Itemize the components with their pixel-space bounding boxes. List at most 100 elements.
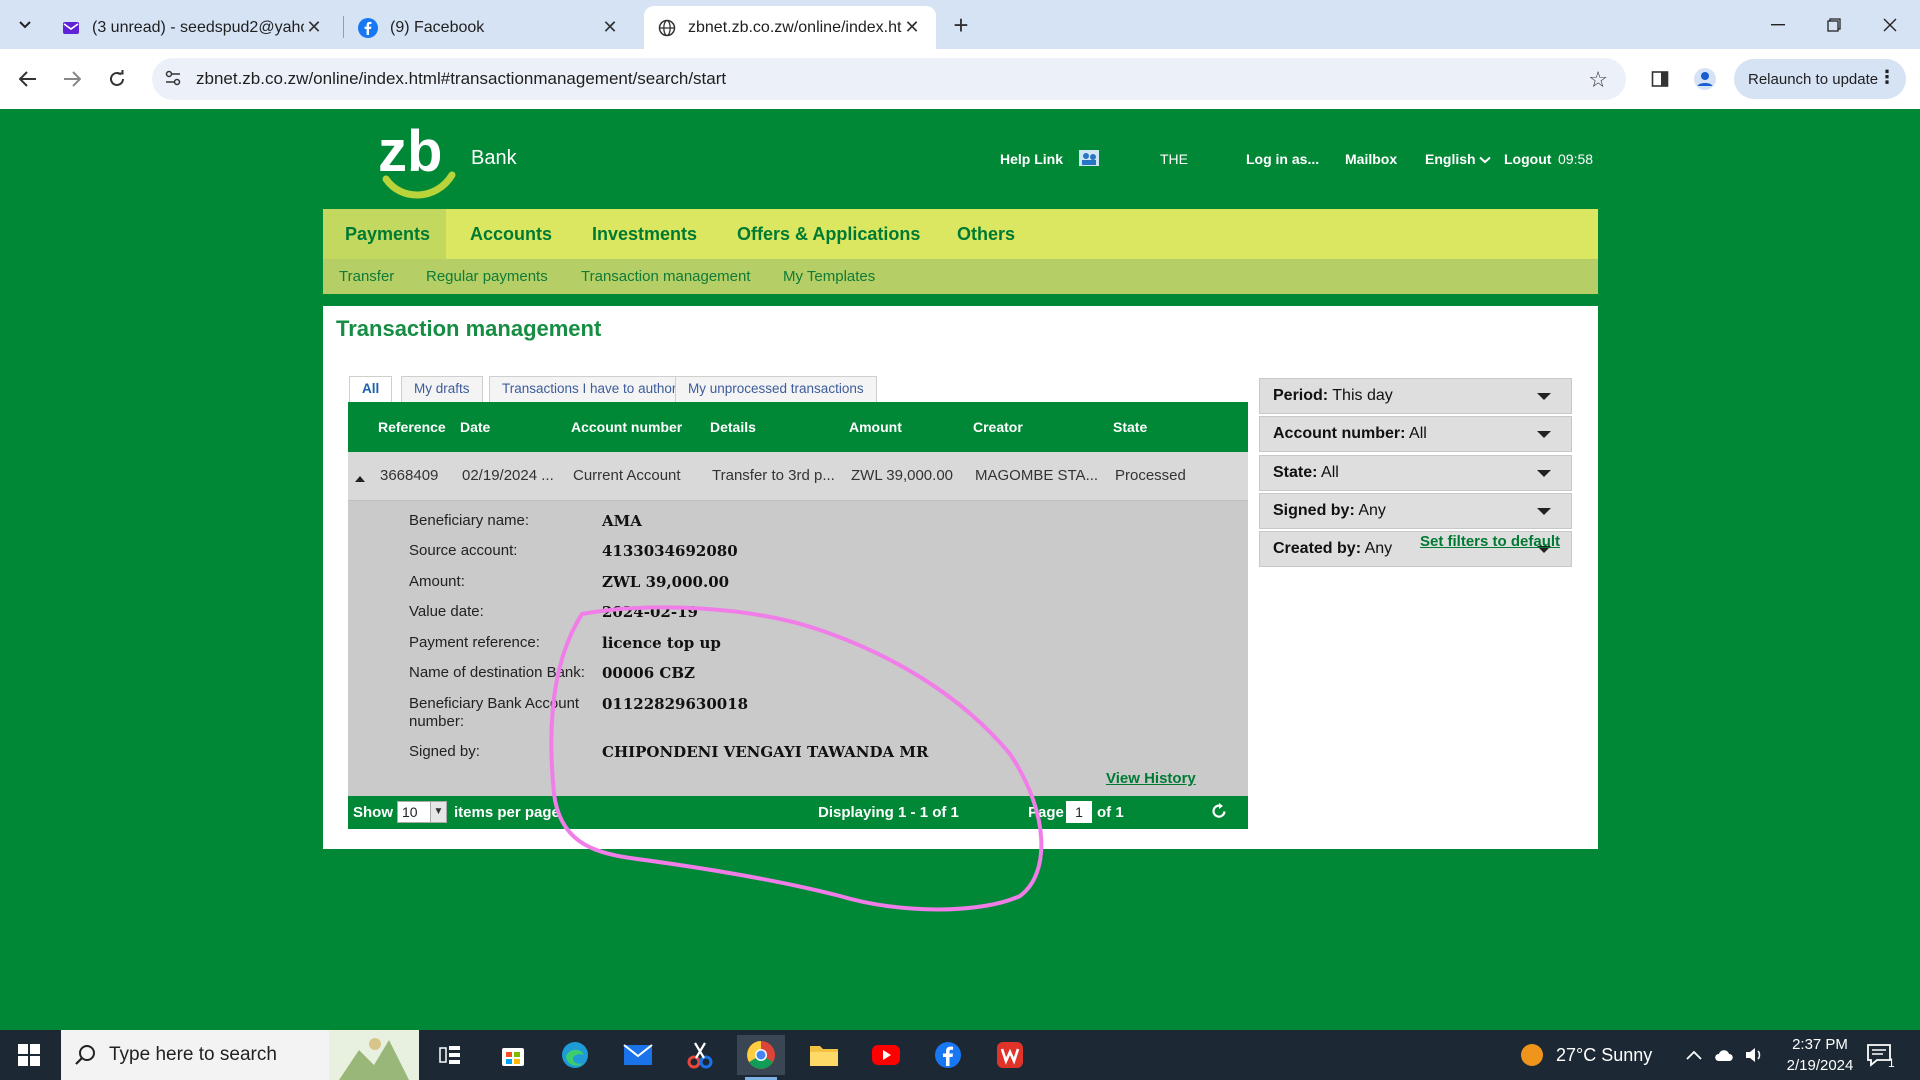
tab-title: (3 unread) - seedspud2@yahoo xyxy=(92,18,304,36)
subnav-regular-payments[interactable]: Regular payments xyxy=(426,259,548,294)
view-history-link[interactable]: View History xyxy=(1106,770,1196,787)
system-clock[interactable]: 2:37 PM 2/19/2024 xyxy=(1772,1034,1868,1076)
clock-time: 2:37 PM xyxy=(1792,1036,1848,1053)
column-header-account-number[interactable]: Account number xyxy=(571,419,682,435)
filter-state[interactable]: State: All xyxy=(1259,455,1572,491)
site-settings-icon[interactable] xyxy=(164,69,182,92)
displaying-count: Displaying 1 - 1 of 1 xyxy=(818,804,959,821)
show-hidden-icons-button[interactable] xyxy=(1686,1030,1702,1080)
column-header-amount[interactable]: Amount xyxy=(849,419,902,435)
side-panel-icon xyxy=(1651,71,1669,87)
forward-button[interactable] xyxy=(56,63,88,95)
filter-account-number[interactable]: Account number: All xyxy=(1259,416,1572,452)
nav-offers-applications[interactable]: Offers & Applications xyxy=(737,209,920,259)
cell-date: 02/19/2024 ... xyxy=(462,467,554,484)
relaunch-label: Relaunch to update xyxy=(1748,70,1879,88)
column-header-state[interactable]: State xyxy=(1113,419,1147,435)
bookmark-star-icon[interactable]: ☆ xyxy=(1588,67,1608,93)
set-filters-default-link[interactable]: Set filters to default xyxy=(1420,533,1560,550)
subnav-transfer[interactable]: Transfer xyxy=(339,259,394,294)
taskbar-snipping-tool[interactable] xyxy=(676,1035,724,1075)
taskbar-mail[interactable] xyxy=(614,1035,662,1075)
notification-center-button[interactable]: 1 xyxy=(1866,1030,1895,1080)
taskbar-file-explorer[interactable] xyxy=(800,1035,848,1075)
search-highlight-illustration-icon xyxy=(329,1030,419,1080)
column-header-date[interactable]: Date xyxy=(460,419,490,435)
close-window-button[interactable] xyxy=(1862,0,1918,49)
items-per-page-select[interactable]: 10 ▼ xyxy=(397,801,447,823)
profile-button[interactable] xyxy=(1689,63,1721,95)
refresh-icon[interactable] xyxy=(1210,802,1228,824)
restore-button[interactable] xyxy=(1806,0,1862,49)
tab-my-drafts[interactable]: My drafts xyxy=(401,376,483,402)
tab-title: (9) Facebook xyxy=(390,18,485,36)
address-bar[interactable]: zbnet.zb.co.zw/online/index.html#transac… xyxy=(152,58,1626,100)
taskbar-wps-office[interactable] xyxy=(986,1035,1034,1075)
taskbar-youtube[interactable] xyxy=(862,1035,910,1075)
url-text[interactable]: zbnet.zb.co.zw/online/index.html#transac… xyxy=(196,69,726,89)
mailbox-link[interactable]: Mailbox xyxy=(1345,151,1397,167)
language-select[interactable]: English xyxy=(1425,151,1492,167)
table-row[interactable]: 3668409 02/19/2024 ... Current Account T… xyxy=(348,452,1248,500)
tab-close-icon[interactable]: ✕ xyxy=(304,17,324,38)
taskbar-search-box[interactable]: Type here to search xyxy=(61,1030,419,1080)
weather-widget[interactable]: 27°C Sunny xyxy=(1520,1030,1652,1080)
minimize-button[interactable] xyxy=(1750,0,1806,49)
filter-key: Period: xyxy=(1273,387,1329,404)
tab-close-icon[interactable]: ✕ xyxy=(902,17,922,38)
taskbar-edge[interactable] xyxy=(551,1035,599,1075)
filter-period[interactable]: Period: This day xyxy=(1259,378,1572,414)
login-as-link[interactable]: Log in as... xyxy=(1246,151,1319,167)
taskbar-chrome[interactable] xyxy=(737,1035,785,1080)
start-button[interactable] xyxy=(0,1030,58,1080)
column-header-creator[interactable]: Creator xyxy=(973,419,1023,435)
filter-signed-by[interactable]: Signed by: Any xyxy=(1259,493,1572,529)
detail-label: Beneficiary Bank Account xyxy=(409,695,580,712)
browser-tab-facebook[interactable]: (9) Facebook ✕ xyxy=(344,6,634,49)
mail-icon xyxy=(63,21,79,34)
taskbar-store[interactable] xyxy=(489,1035,537,1075)
taskbar-facebook[interactable] xyxy=(924,1035,972,1075)
arrow-left-icon xyxy=(19,71,36,87)
column-header-details[interactable]: Details xyxy=(710,419,756,435)
tab-search-button[interactable] xyxy=(10,10,40,40)
network-status[interactable] xyxy=(1713,1030,1737,1080)
globe-icon xyxy=(658,19,676,36)
bank-wordmark: Bank xyxy=(471,147,517,169)
edge-browser-icon xyxy=(562,1042,588,1068)
detail-beneficiary-name: AMA xyxy=(602,512,642,530)
column-header-reference[interactable]: Reference xyxy=(378,419,446,435)
restore-icon xyxy=(1827,17,1841,32)
more-menu-icon[interactable]: ⋮ xyxy=(1878,67,1896,88)
subnav-my-templates[interactable]: My Templates xyxy=(783,259,875,294)
logout-link[interactable]: Logout xyxy=(1504,151,1551,167)
scissors-icon xyxy=(687,1042,713,1069)
help-link[interactable]: Help Link xyxy=(1000,151,1063,167)
back-button[interactable] xyxy=(12,63,44,95)
nav-investments[interactable]: Investments xyxy=(592,209,697,259)
zb-logo[interactable]: zb xyxy=(376,109,466,210)
side-panel-button[interactable] xyxy=(1644,63,1676,95)
subnav-transaction-management[interactable]: Transaction management xyxy=(581,259,751,294)
tab-all[interactable]: All xyxy=(349,376,393,402)
help-chat-icon[interactable] xyxy=(1078,149,1100,170)
task-view-button[interactable] xyxy=(426,1035,474,1075)
reload-button[interactable] xyxy=(101,63,133,95)
browser-tab-zbnet[interactable]: zbnet.zb.co.zw/online/index.htm ✕ xyxy=(644,6,936,49)
volume-control[interactable] xyxy=(1745,1030,1765,1080)
chevron-down-icon xyxy=(19,21,31,29)
nav-accounts[interactable]: Accounts xyxy=(470,209,552,259)
avatar-icon xyxy=(1694,68,1716,90)
page-number-input[interactable]: 1 xyxy=(1066,801,1092,823)
nav-others[interactable]: Others xyxy=(957,209,1015,259)
tab-transactions-to-authorise[interactable]: Transactions I have to authorise xyxy=(489,376,707,402)
browser-tab-yahoo[interactable]: (3 unread) - seedspud2@yahoo ✕ xyxy=(48,6,338,49)
tab-my-unprocessed-transactions[interactable]: My unprocessed transactions xyxy=(675,376,877,402)
relaunch-to-update-button[interactable]: Relaunch to update ⋮ xyxy=(1734,59,1906,99)
chevron-down-icon xyxy=(1479,156,1492,164)
collapse-row-icon[interactable] xyxy=(354,470,366,487)
browser-tabbar: (3 unread) - seedspud2@yahoo ✕ (9) Faceb… xyxy=(0,0,1920,49)
tab-close-icon[interactable]: ✕ xyxy=(600,17,620,38)
nav-payments[interactable]: Payments xyxy=(323,209,446,259)
new-tab-button[interactable]: + xyxy=(946,10,976,40)
